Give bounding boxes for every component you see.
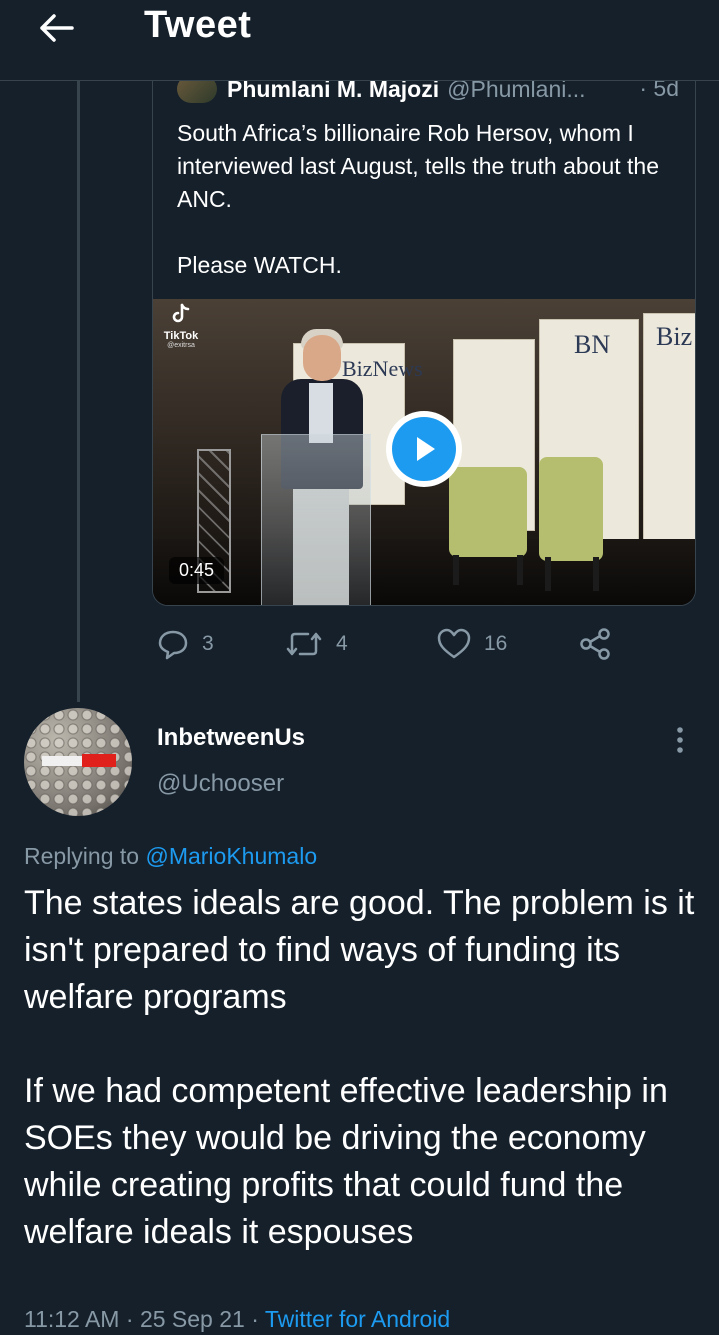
quoted-tweet-paragraph: South Africa’s billionaire Rob Hersov, w… (177, 120, 660, 212)
share-button[interactable] (578, 620, 612, 668)
tweet-paragraph: If we had competent effective leadership… (24, 1072, 668, 1251)
tiktok-logo-icon (172, 303, 190, 323)
tweet-action-bar: 3 4 16 (152, 620, 694, 668)
page-title: Tweet (144, 4, 252, 46)
retweet-count: 4 (336, 632, 348, 655)
author-name[interactable]: InbetweenUs (157, 724, 305, 752)
speaker-head (303, 335, 341, 381)
tweet-metadata: 11:12 AM · 25 Sep 21 · Twitter for Andro… (24, 1306, 450, 1333)
play-button[interactable] (386, 411, 462, 487)
reply-icon (158, 630, 188, 660)
author-handle[interactable]: @Uchooser (157, 770, 284, 798)
chair-leg (545, 557, 551, 591)
meta-separator: · (119, 1306, 140, 1332)
source-app-link[interactable]: Twitter for Android (265, 1306, 450, 1332)
stage-floor (153, 539, 695, 605)
backdrop-banner-biz: Biz (656, 322, 693, 351)
tweet-time[interactable]: 11:12 AM (24, 1306, 119, 1332)
back-button[interactable] (34, 8, 78, 48)
top-app-bar: Tweet (0, 0, 719, 81)
quoted-tweet-paragraph: Please WATCH. (177, 252, 342, 278)
play-icon (417, 437, 435, 461)
like-button[interactable]: 16 (436, 620, 507, 668)
stage-chair-right (539, 457, 603, 561)
more-vertical-icon (677, 727, 683, 753)
chair-leg (517, 555, 523, 585)
play-button-inner (392, 417, 456, 481)
share-icon (580, 628, 610, 660)
more-options-button[interactable] (664, 720, 696, 760)
replying-to-mention-link[interactable]: @MarioKhumalo (145, 843, 317, 869)
meta-separator: · (244, 1306, 265, 1332)
tweet-paragraph: The states ideals are good. The problem … (24, 884, 695, 1016)
quoted-tweet-text: South Africa’s billionaire Rob Hersov, w… (177, 117, 677, 282)
tweet-date[interactable]: 25 Sep 21 (140, 1306, 245, 1332)
replying-to-line: Replying to @MarioKhumalo (24, 843, 317, 870)
thread-connector-line (77, 80, 80, 702)
video-duration-badge: 0:45 (169, 557, 225, 584)
glass-podium (261, 434, 371, 605)
chair-leg (593, 557, 599, 591)
reply-count: 3 (202, 632, 214, 655)
backdrop-banner-logo: BN (574, 330, 611, 359)
avatar-bar-red (82, 754, 116, 767)
stage-chair-left (449, 467, 527, 557)
video-player[interactable]: BizNews BN Biz TikTok @exitrsa 0:45 (153, 299, 695, 605)
arrow-left-icon (40, 14, 74, 42)
tiktok-handle: @exitrsa (167, 342, 195, 349)
replying-to-label: Replying to (24, 843, 140, 869)
retweet-button[interactable]: 4 (284, 620, 348, 668)
tweet-text: The states ideals are good. The problem … (24, 880, 704, 1256)
like-count: 16 (484, 632, 508, 655)
backdrop-banner-text: BizNews (342, 356, 423, 381)
reply-button[interactable]: 3 (156, 620, 214, 668)
tiktok-watermark: TikTok @exitrsa (159, 303, 203, 349)
avatar[interactable] (24, 708, 132, 816)
avatar-bar-white (42, 756, 82, 766)
chair-leg (453, 555, 459, 585)
heart-icon (437, 628, 471, 659)
quoted-tweet-card[interactable]: Phumlani M. Majozi @Phumlani... · 5d Sou… (152, 50, 696, 606)
retweet-icon (286, 632, 322, 656)
backdrop-banner-far-right: Biz (643, 313, 695, 555)
tiktok-label: TikTok (163, 330, 199, 342)
